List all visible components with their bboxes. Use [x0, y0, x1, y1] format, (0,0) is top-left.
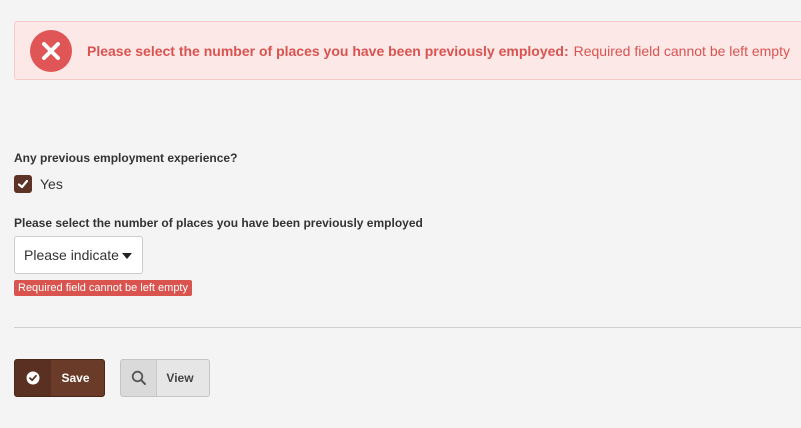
- experience-checkbox-label[interactable]: Yes: [40, 176, 63, 192]
- places-select-value: Please indicate: [24, 247, 119, 263]
- error-banner-title: Please select the number of places you h…: [87, 42, 569, 59]
- error-x-icon: [30, 30, 72, 72]
- save-button[interactable]: Save: [14, 359, 105, 397]
- places-select[interactable]: Please indicate: [14, 236, 143, 274]
- check-circle-icon: [15, 360, 51, 396]
- experience-question-label: Any previous employment experience?: [14, 151, 238, 165]
- places-error-badge: Required field cannot be left empty: [14, 280, 192, 296]
- view-button[interactable]: View: [120, 359, 210, 397]
- caret-down-icon: [122, 253, 132, 259]
- places-question-label: Please select the number of places you h…: [14, 216, 423, 230]
- error-banner: Please select the number of places you h…: [14, 21, 801, 80]
- experience-checkbox-row[interactable]: Yes: [14, 175, 63, 193]
- divider: [14, 327, 801, 328]
- page: Please select the number of places you h…: [0, 0, 801, 428]
- experience-checkbox[interactable]: [14, 175, 32, 193]
- magnifier-icon: [121, 360, 157, 396]
- error-banner-message: Required field cannot be left empty: [573, 42, 790, 59]
- view-button-label: View: [166, 371, 194, 385]
- check-icon: [17, 179, 29, 189]
- error-banner-text: Please select the number of places you h…: [87, 22, 790, 79]
- save-button-label: Save: [61, 371, 90, 385]
